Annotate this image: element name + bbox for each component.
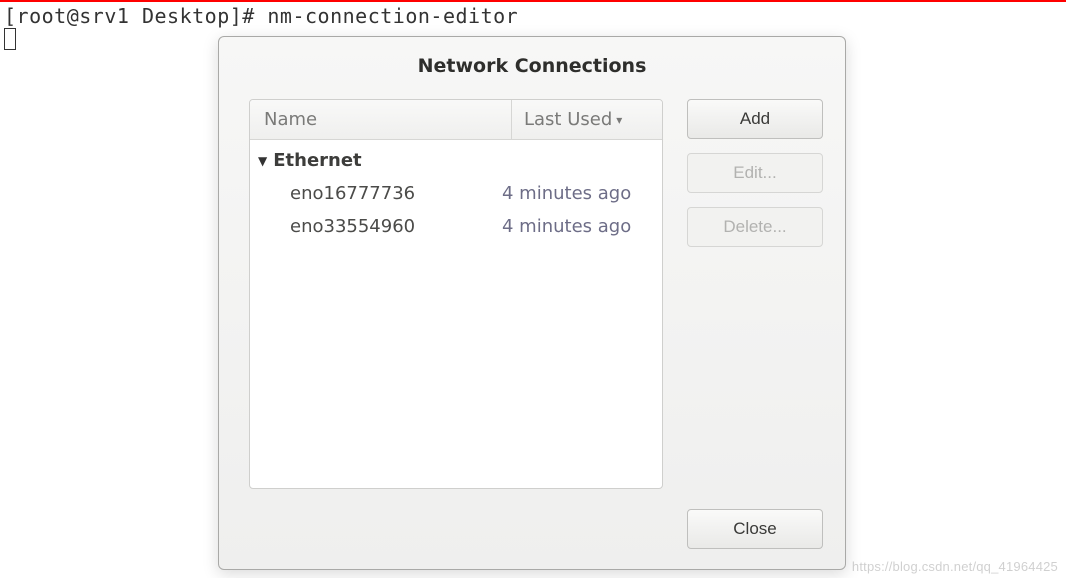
- network-connections-dialog: Network Connections Name Last Used ▾ ▼ E…: [218, 36, 846, 570]
- add-button[interactable]: Add: [687, 99, 823, 139]
- connection-last-used: 4 minutes ago: [502, 216, 652, 237]
- terminal-prompt: [root@srv1 Desktop]#: [4, 4, 267, 28]
- watermark: https://blog.csdn.net/qq_41964425: [852, 559, 1058, 574]
- connection-name: eno16777736: [290, 183, 502, 204]
- disclosure-triangle-icon: ▼: [258, 154, 267, 168]
- terminal-cursor: [4, 28, 16, 50]
- connections-list[interactable]: Name Last Used ▾ ▼ Ethernet eno16777736 …: [249, 99, 663, 489]
- column-header-last-used-label: Last Used: [524, 109, 612, 130]
- edit-button: Edit...: [687, 153, 823, 193]
- close-button[interactable]: Close: [687, 509, 823, 549]
- terminal-command: nm-connection-editor: [267, 4, 518, 28]
- group-label: Ethernet: [273, 150, 361, 171]
- list-header: Name Last Used ▾: [250, 100, 662, 140]
- delete-button: Delete...: [687, 207, 823, 247]
- column-header-name[interactable]: Name: [250, 100, 512, 139]
- connection-name: eno33554960: [290, 216, 502, 237]
- terminal-line: [root@srv1 Desktop]# nm-connection-edito…: [0, 2, 1066, 28]
- chevron-down-icon: ▾: [616, 113, 622, 127]
- dialog-body: Name Last Used ▾ ▼ Ethernet eno16777736 …: [219, 99, 845, 509]
- dialog-footer: Close: [219, 509, 845, 569]
- connection-last-used: 4 minutes ago: [502, 183, 652, 204]
- column-header-last-used[interactable]: Last Used ▾: [512, 109, 662, 130]
- group-row-ethernet[interactable]: ▼ Ethernet: [250, 140, 662, 177]
- column-header-name-label: Name: [264, 109, 317, 130]
- dialog-title: Network Connections: [219, 37, 845, 99]
- list-item[interactable]: eno16777736 4 minutes ago: [250, 177, 662, 210]
- button-column: Add Edit... Delete...: [687, 99, 823, 505]
- list-item[interactable]: eno33554960 4 minutes ago: [250, 210, 662, 243]
